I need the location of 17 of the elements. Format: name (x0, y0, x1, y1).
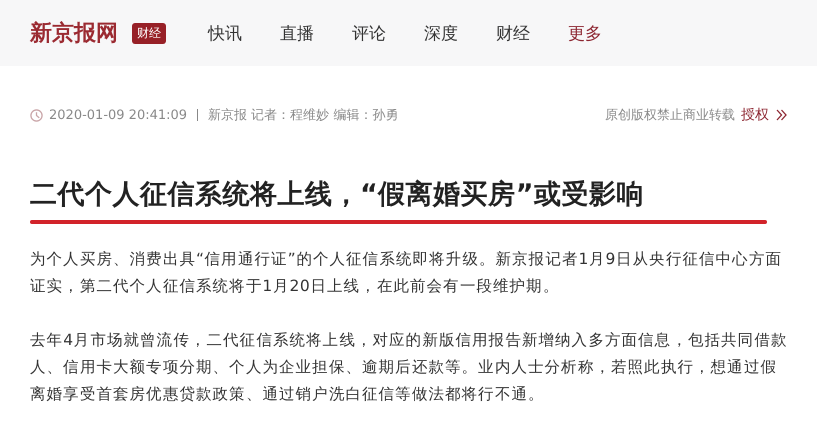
publish-time: 2020-01-09 20:41:09 (49, 108, 188, 122)
channel-badge: 财经 (132, 22, 166, 44)
double-chevron-icon (775, 109, 787, 121)
nav-link[interactable]: 快讯 (208, 22, 242, 44)
clock-icon (30, 108, 43, 122)
site-logo[interactable]: 新京报网 (30, 18, 118, 48)
nav-link[interactable]: 评论 (352, 22, 386, 44)
byline: 新京报 记者：程维妙 编辑：孙勇 (208, 107, 398, 124)
article-paragraph: 为个人买房、消费出具“信用通行证”的个人征信系统即将升级。新京报记者1月9日从央行征信中心方面证实，第二代个人征信系统将于1月20日上线，在此前会有一段维护期。 (30, 249, 783, 297)
license-link[interactable]: 授权 (741, 106, 769, 124)
article-title: 二代个人征信系统将上线，“假离婚买房”或受影响 (30, 178, 645, 212)
nav-link[interactable]: 深度 (424, 22, 458, 44)
article-paragraph: 去年4月市场就曾流传，二代征信系统将上线，对应的新版信用报告新增纳入多方面信息，包括共同借款人、信用卡大额专项分期、个人为企业担保、逾期后还款等。业内人士分析称，若照此执行，想通过假离婚享受首套房优惠贷款政策、通过销户洗白征信等做法都将行不通。 (30, 330, 788, 405)
nav-link[interactable]: 财经 (496, 22, 530, 44)
nav-link[interactable]: 直播 (280, 22, 314, 44)
nav-link[interactable]: 更多 (568, 22, 602, 44)
copyright-notice: 原创版权禁止商业转载 (605, 107, 735, 124)
